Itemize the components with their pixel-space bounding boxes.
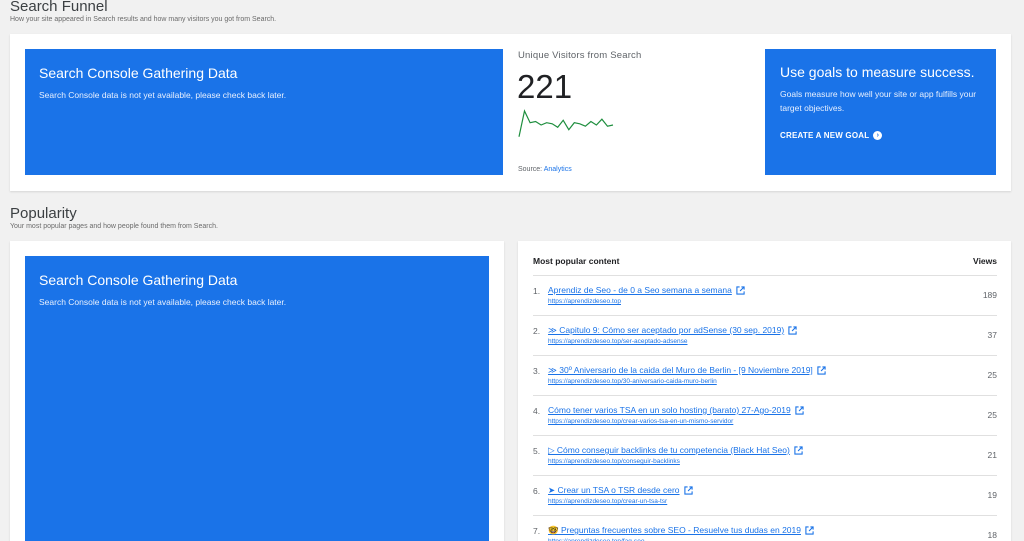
col-content-header: Most popular content <box>533 256 620 266</box>
external-link-icon <box>788 326 797 335</box>
popularity-gathering-card: Search Console Gathering Data Search Con… <box>25 256 489 541</box>
search-funnel-subtitle: How your site appeared in Search results… <box>10 16 277 23</box>
unique-visitors-value: 221 <box>517 68 573 105</box>
external-link-icon <box>805 526 814 535</box>
row-title-link[interactable]: 🤓 Preguntas frecuentes sobre SEO - Resue… <box>548 525 814 536</box>
row-url-link[interactable]: https://aprendizdeseo.top/ser-aceptado-a… <box>548 338 687 345</box>
row-url-link[interactable]: https://aprendizdeseo.top <box>548 298 621 305</box>
table-row: 2. ≫ Capitulo 9: Cómo ser aceptado por ad… <box>533 315 997 355</box>
row-url-link[interactable]: https://aprendizdeseo.top/conseguir-back… <box>548 458 680 465</box>
external-link-icon <box>683 486 693 495</box>
popularity-title: Popularity <box>10 205 77 222</box>
row-title-link[interactable]: Cómo tener varios TSA en un solo hosting… <box>548 405 804 415</box>
table-row: 7. 🤓 Preguntas frecuentes sobre SEO - Res… <box>533 515 997 541</box>
row-title-link[interactable]: ▷ Cómo conseguir backlinks de tu compete… <box>548 445 803 456</box>
create-goal-label: CREATE A NEW GOAL <box>780 131 870 140</box>
row-url-link[interactable]: https://aprendizdeseo.top/crear-un-tsa-t… <box>548 498 667 505</box>
col-views-header: Views <box>973 256 997 266</box>
row-views: 189 <box>982 290 997 300</box>
row-rank: 2. <box>533 326 541 336</box>
goals-card-title: Use goals to measure success. <box>780 64 975 80</box>
row-title: Cómo tener varios TSA en un solo hosting… <box>548 405 791 415</box>
row-title-link[interactable]: ➤ Crear un TSA o TSR desde cero <box>548 485 693 496</box>
row-views: 25 <box>987 370 997 380</box>
table-row: 6. ➤ Crear un TSA o TSR desde cero https:/… <box>533 475 997 515</box>
table-row: 3. ≫ 30º Aniversario de la caida del Muro… <box>533 355 997 395</box>
row-views: 18 <box>987 530 997 540</box>
row-rank: 3. <box>533 366 541 376</box>
create-goal-button[interactable]: CREATE A NEW GOAL › <box>780 131 981 140</box>
row-title-link[interactable]: ≫ Capitulo 9: Cómo ser aceptado por adSe… <box>548 325 797 336</box>
row-rank: 1. <box>533 286 541 296</box>
unique-visitors-label: Unique Visitors from Search <box>518 50 642 61</box>
gathering-card-body: Search Console data is not yet available… <box>39 297 287 307</box>
popular-content-header: Most popular content Views <box>533 256 997 266</box>
sparkline-series <box>518 109 614 137</box>
row-views: 25 <box>987 410 997 420</box>
row-title: ≫ Capitulo 9: Cómo ser aceptado por adSe… <box>548 325 785 335</box>
row-title-link[interactable]: ≫ 30º Aniversario de la caida del Muro d… <box>548 365 826 376</box>
row-url-link[interactable]: https://aprendizdeseo.top/30-aniversario… <box>548 378 717 385</box>
row-views: 37 <box>987 330 997 340</box>
search-funnel-title: Search Funnel <box>10 0 108 15</box>
gathering-card-title: Search Console Gathering Data <box>39 65 238 81</box>
row-rank: 5. <box>533 446 541 456</box>
row-url-link[interactable]: https://aprendizdeseo.top/crear-varios-t… <box>548 418 733 425</box>
goals-card: Use goals to measure success. Goals meas… <box>765 49 996 175</box>
source-prefix: Source: <box>518 166 543 173</box>
analytics-link[interactable]: Analytics <box>544 166 572 173</box>
row-views: 19 <box>987 490 997 500</box>
row-title-link[interactable]: Aprendiz de Seo - de 0 a Seo semana a se… <box>548 285 745 295</box>
row-title: ▷ Cómo conseguir backlinks de tu compete… <box>548 445 790 455</box>
row-title: 🤓 Preguntas frecuentes sobre SEO - Resue… <box>548 525 801 535</box>
table-row: 4. Cómo tener varios TSA en un solo hosti… <box>533 395 997 435</box>
visitors-sparkline <box>518 109 614 137</box>
row-views: 21 <box>987 450 997 460</box>
arrow-right-icon: › <box>873 131 883 140</box>
search-console-gathering-card: Search Console Gathering Data Search Con… <box>25 49 503 175</box>
row-title: Aprendiz de Seo - de 0 a Seo semana a se… <box>548 285 732 295</box>
source-attribution: Source: Analytics <box>518 166 572 173</box>
row-title: ≫ 30º Aniversario de la caida del Muro d… <box>548 365 813 375</box>
external-link-icon <box>736 285 745 295</box>
external-link-icon <box>817 366 826 375</box>
gathering-card-title: Search Console Gathering Data <box>39 272 238 288</box>
popularity-subtitle: Your most popular pages and how people f… <box>10 223 218 230</box>
row-rank: 4. <box>533 406 541 416</box>
external-link-icon <box>794 446 803 455</box>
table-row: 1. Aprendiz de Seo - de 0 a Seo semana a … <box>533 275 997 315</box>
row-rank: 7. <box>533 526 541 536</box>
row-rank: 6. <box>533 486 541 496</box>
goals-card-body: Goals measure how well your site or app … <box>780 89 977 113</box>
external-link-icon <box>795 405 804 415</box>
table-row: 5. ▷ Cómo conseguir backlinks de tu compe… <box>533 435 997 475</box>
gathering-card-body: Search Console data is not yet available… <box>39 90 287 100</box>
row-title: ➤ Crear un TSA o TSR desde cero <box>548 485 680 495</box>
